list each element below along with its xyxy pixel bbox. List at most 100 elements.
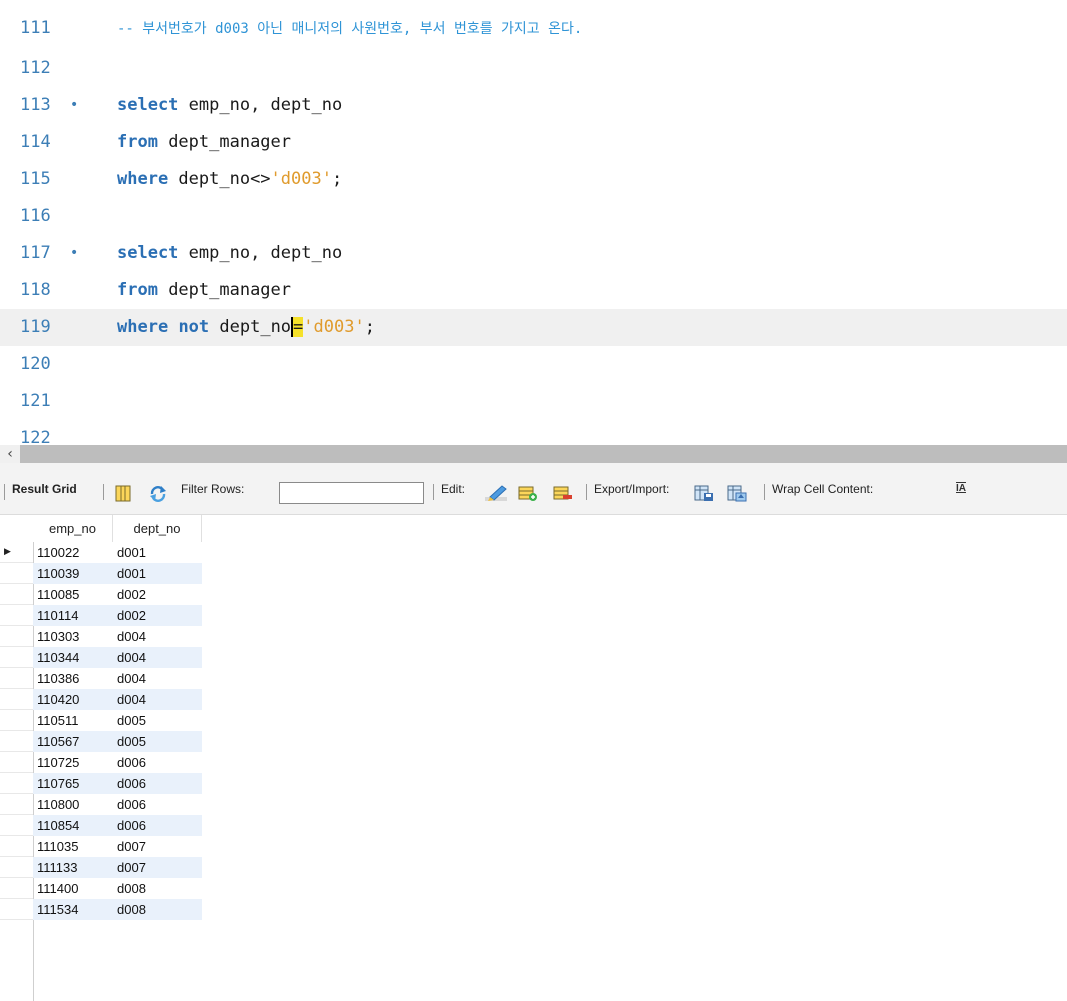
- table-row[interactable]: 111534 d008: [33, 899, 202, 920]
- table-row[interactable]: 110085 d002: [33, 584, 202, 605]
- table-row[interactable]: 110765 d006: [33, 773, 202, 794]
- row-header[interactable]: [0, 710, 33, 731]
- row-header[interactable]: [0, 752, 33, 773]
- cell-dept-no[interactable]: d006: [113, 815, 202, 836]
- row-header[interactable]: [0, 689, 33, 710]
- statement-marker-icon[interactable]: •: [70, 87, 78, 124]
- editor-line-112[interactable]: 112: [0, 50, 1067, 87]
- import-icon[interactable]: [727, 485, 747, 502]
- edit-pencil-icon[interactable]: [484, 485, 508, 502]
- cell-emp-no[interactable]: 110765: [33, 773, 113, 794]
- cell-dept-no[interactable]: d005: [113, 710, 202, 731]
- row-header[interactable]: [0, 731, 33, 752]
- table-row[interactable]: 110567 d005: [33, 731, 202, 752]
- cell-emp-no[interactable]: 110039: [33, 563, 113, 584]
- refresh-icon[interactable]: [148, 485, 168, 502]
- row-header[interactable]: [0, 836, 33, 857]
- editor-line-116[interactable]: 116: [0, 198, 1067, 235]
- table-row[interactable]: 110420 d004: [33, 689, 202, 710]
- cell-emp-no[interactable]: 110800: [33, 794, 113, 815]
- horizontal-scrollbar[interactable]: ‹: [0, 445, 1067, 463]
- cell-dept-no[interactable]: d007: [113, 857, 202, 878]
- row-header[interactable]: [0, 647, 33, 668]
- row-header[interactable]: [0, 563, 33, 584]
- table-row[interactable]: 110303 d004: [33, 626, 202, 647]
- cell-dept-no[interactable]: d001: [113, 563, 202, 584]
- cell-emp-no[interactable]: 110511: [33, 710, 113, 731]
- result-grid-tab[interactable]: Result Grid: [12, 463, 77, 514]
- cell-emp-no[interactable]: 110114: [33, 605, 113, 626]
- editor-line-121[interactable]: 121: [0, 383, 1067, 420]
- cell-emp-no[interactable]: 110386: [33, 668, 113, 689]
- cell-dept-no[interactable]: d008: [113, 878, 202, 899]
- column-header-emp-no[interactable]: emp_no: [33, 515, 113, 542]
- row-header[interactable]: ▶: [0, 542, 33, 563]
- cell-emp-no[interactable]: 110567: [33, 731, 113, 752]
- cell-dept-no[interactable]: d006: [113, 773, 202, 794]
- table-row[interactable]: 111133 d007: [33, 857, 202, 878]
- table-row[interactable]: 110114 d002: [33, 605, 202, 626]
- row-header[interactable]: [0, 794, 33, 815]
- table-row[interactable]: 111400 d008: [33, 878, 202, 899]
- cell-dept-no[interactable]: d006: [113, 794, 202, 815]
- editor-line-113[interactable]: 113 • select emp_no, dept_no: [0, 87, 1067, 124]
- cell-dept-no[interactable]: d007: [113, 836, 202, 857]
- cell-dept-no[interactable]: d004: [113, 647, 202, 668]
- cell-emp-no[interactable]: 110344: [33, 647, 113, 668]
- table-row[interactable]: 110386 d004: [33, 668, 202, 689]
- cell-dept-no[interactable]: d006: [113, 752, 202, 773]
- cell-emp-no[interactable]: 110854: [33, 815, 113, 836]
- editor-line-120[interactable]: 120: [0, 346, 1067, 383]
- grid-layout-icon[interactable]: [113, 485, 133, 502]
- cell-dept-no[interactable]: d004: [113, 668, 202, 689]
- cell-emp-no[interactable]: 110420: [33, 689, 113, 710]
- table-row[interactable]: 110022 d001: [33, 542, 202, 563]
- table-row[interactable]: 110511 d005: [33, 710, 202, 731]
- row-header[interactable]: [0, 773, 33, 794]
- wrap-cell-toggle-icon[interactable]: IA: [956, 463, 966, 514]
- cell-emp-no[interactable]: 111035: [33, 836, 113, 857]
- table-row[interactable]: 110344 d004: [33, 647, 202, 668]
- statement-marker-icon[interactable]: •: [70, 235, 78, 272]
- editor-line-118[interactable]: 118 from dept_manager: [0, 272, 1067, 309]
- row-header[interactable]: [0, 857, 33, 878]
- cell-emp-no[interactable]: 110303: [33, 626, 113, 647]
- cell-dept-no[interactable]: d002: [113, 584, 202, 605]
- export-icon[interactable]: [694, 485, 714, 502]
- filter-rows-input[interactable]: [279, 482, 424, 504]
- editor-line-114[interactable]: 114 from dept_manager: [0, 124, 1067, 161]
- cell-dept-no[interactable]: d008: [113, 899, 202, 920]
- cell-dept-no[interactable]: d004: [113, 626, 202, 647]
- row-header[interactable]: [0, 815, 33, 836]
- scroll-left-icon[interactable]: ‹: [0, 445, 20, 463]
- editor-line-119[interactable]: 119 where not dept_no ='d003';: [0, 309, 1067, 346]
- cell-emp-no[interactable]: 110085: [33, 584, 113, 605]
- row-header[interactable]: [0, 878, 33, 899]
- table-row[interactable]: 110725 d006: [33, 752, 202, 773]
- cell-emp-no[interactable]: 111534: [33, 899, 113, 920]
- sql-editor[interactable]: 111 -- 부서번호가 d003 아닌 매니저의 사원번호, 부서 번호를 가…: [0, 0, 1067, 445]
- cell-emp-no[interactable]: 110725: [33, 752, 113, 773]
- editor-line-117[interactable]: 117 • select emp_no, dept_no: [0, 235, 1067, 272]
- cell-dept-no[interactable]: d005: [113, 731, 202, 752]
- add-row-icon[interactable]: [518, 485, 538, 502]
- row-header[interactable]: [0, 899, 33, 920]
- row-header[interactable]: [0, 626, 33, 647]
- cell-emp-no[interactable]: 111133: [33, 857, 113, 878]
- result-grid[interactable]: ▶ emp_no dept_no 110022 d001 110039 d001 110…: [0, 515, 1067, 1001]
- row-header[interactable]: [0, 605, 33, 626]
- table-row[interactable]: 110800 d006: [33, 794, 202, 815]
- cell-dept-no[interactable]: d002: [113, 605, 202, 626]
- editor-line-111[interactable]: 111 -- 부서번호가 d003 아닌 매니저의 사원번호, 부서 번호를 가…: [0, 10, 1067, 47]
- cell-emp-no[interactable]: 110022: [33, 542, 113, 563]
- cell-dept-no[interactable]: d001: [113, 542, 202, 563]
- delete-row-icon[interactable]: [553, 485, 573, 502]
- row-header[interactable]: [0, 668, 33, 689]
- table-row[interactable]: 110039 d001: [33, 563, 202, 584]
- cell-emp-no[interactable]: 111400: [33, 878, 113, 899]
- cell-dept-no[interactable]: d004: [113, 689, 202, 710]
- editor-line-122[interactable]: 122: [0, 420, 1067, 445]
- table-row[interactable]: 111035 d007: [33, 836, 202, 857]
- row-header[interactable]: [0, 584, 33, 605]
- table-row[interactable]: 110854 d006: [33, 815, 202, 836]
